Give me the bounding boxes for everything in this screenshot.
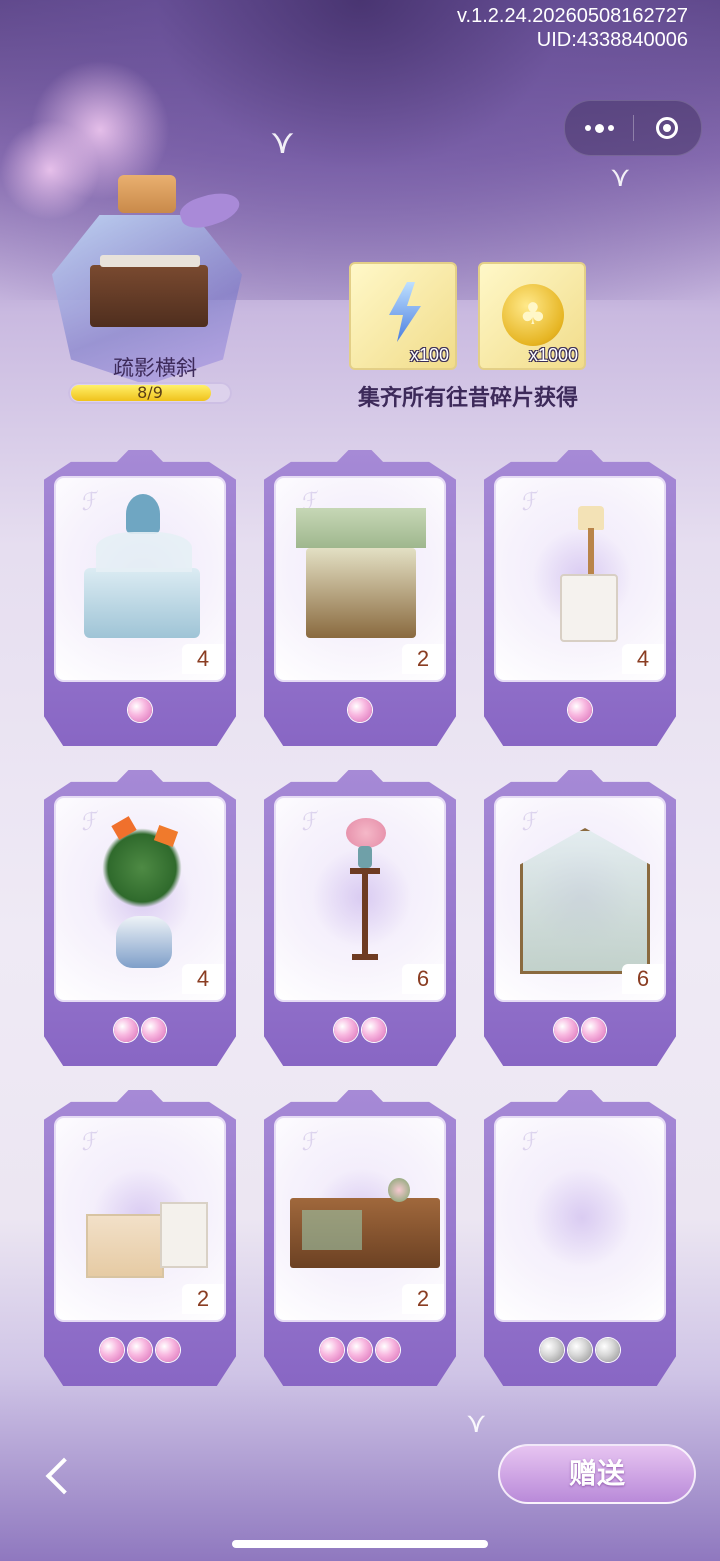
fragment-count: 2 — [402, 1284, 444, 1314]
fragment-card[interactable]: ℱ — [484, 1090, 676, 1386]
version-text: v.1.2.24.20260508162727 — [457, 5, 688, 27]
furniture-shape — [84, 568, 200, 638]
pearl-gem-icon — [568, 1338, 592, 1362]
pearl-gem-icon — [156, 1338, 180, 1362]
pearl-gem-icon — [128, 1338, 152, 1362]
fragment-card[interactable]: ℱ4 — [44, 770, 236, 1066]
fragment-count: 4 — [182, 964, 224, 994]
flower-script-watermark: ℱ — [517, 808, 541, 837]
furniture-shape — [126, 494, 160, 534]
rarity-gems — [44, 698, 236, 726]
reward-amount: x1000 — [528, 345, 578, 365]
furniture-shape — [296, 508, 426, 548]
fragment-card[interactable]: ℱ4 — [484, 450, 676, 746]
jar-cork — [118, 175, 176, 213]
pearl-gem-icon — [554, 1018, 578, 1042]
fragment-count: 6 — [402, 964, 444, 994]
flower-script-watermark: ℱ — [297, 1128, 321, 1157]
rarity-gems — [264, 1338, 456, 1366]
pearl-gem-icon — [348, 1338, 372, 1362]
pearl-gem-icon — [320, 1338, 344, 1362]
collection-progress-bar: 8/9 — [68, 382, 232, 404]
furniture-shape — [588, 528, 594, 574]
furniture-shape — [358, 846, 372, 868]
flower-script-watermark: ℱ — [77, 488, 101, 517]
chevron-left-icon — [45, 1457, 83, 1495]
fragment-card[interactable]: ℱ4 — [44, 450, 236, 746]
version-info: v.1.2.24.20260508162727 UID:4338840006 — [457, 4, 688, 52]
furniture-shape — [302, 1210, 362, 1250]
rarity-gems — [484, 1338, 676, 1366]
rarity-gems — [44, 1338, 236, 1366]
furniture-shape — [388, 1178, 410, 1202]
pearl-gem-icon — [568, 698, 592, 722]
furniture-shape — [346, 818, 386, 848]
furniture-shape — [578, 506, 604, 530]
butterfly-decoration-icon: ⋎ — [610, 160, 631, 193]
uid-text: UID:4338840006 — [536, 29, 688, 51]
furniture-shape — [560, 574, 618, 642]
flower-script-watermark: ℱ — [297, 808, 321, 837]
rarity-gems — [484, 698, 676, 726]
butterfly-decoration-icon: ⋎ — [466, 1406, 487, 1439]
furniture-shape — [86, 1214, 164, 1278]
rarity-gems — [264, 1018, 456, 1046]
pearl-gem-icon — [128, 698, 152, 722]
fragment-count: 4 — [182, 644, 224, 674]
furniture-shape — [160, 1202, 208, 1268]
fragment-card[interactable]: ℱ2 — [264, 450, 456, 746]
flower-script-watermark: ℱ — [517, 1128, 541, 1157]
butterfly-decoration-icon: ⋎ — [270, 122, 295, 162]
clover-coin-icon: ♣ — [502, 284, 564, 346]
miniprogram-capsule — [564, 100, 702, 156]
fragment-count: 4 — [622, 644, 664, 674]
pearl-gem-icon — [142, 1018, 166, 1042]
pearl-gem-icon — [596, 1338, 620, 1362]
pearl-gem-icon — [114, 1018, 138, 1042]
reward-energy[interactable]: x100 — [349, 262, 457, 370]
flower-script-watermark: ℱ — [77, 808, 101, 837]
rarity-gems — [44, 1018, 236, 1046]
fragment-count: 2 — [402, 644, 444, 674]
furniture-shape — [306, 548, 416, 638]
fragment-count: 6 — [622, 964, 664, 994]
energy-bolt-icon — [389, 282, 421, 342]
pearl-gem-icon — [376, 1338, 400, 1362]
furniture-shape — [116, 916, 172, 968]
reward-caption: 集齐所有往昔碎片获得 — [357, 385, 578, 411]
desk-icon — [90, 255, 208, 327]
collection-name: 疏影横斜 — [113, 356, 197, 380]
pearl-gem-icon — [348, 698, 372, 722]
back-button[interactable] — [34, 1448, 84, 1504]
rarity-gems — [484, 1018, 676, 1046]
fragment-card[interactable]: ℱ6 — [264, 770, 456, 1066]
fragment-card[interactable]: ℱ2 — [264, 1090, 456, 1386]
flower-watermark-icon — [532, 1168, 632, 1268]
furniture-shape — [352, 954, 378, 960]
pearl-gem-icon — [362, 1018, 386, 1042]
fragment-card[interactable]: ℱ2 — [44, 1090, 236, 1386]
send-button[interactable]: 赠送 — [498, 1444, 696, 1504]
collection-progress-text: 8/9 — [137, 383, 163, 402]
furniture-shape — [362, 874, 368, 958]
pearl-gem-icon — [540, 1338, 564, 1362]
furniture-shape — [96, 532, 192, 572]
rarity-gems — [264, 698, 456, 726]
flower-script-watermark: ℱ — [77, 1128, 101, 1157]
target-circle-icon[interactable] — [633, 101, 701, 155]
reward-coin[interactable]: ♣ x1000 — [478, 262, 586, 370]
more-dots-icon[interactable] — [565, 101, 633, 155]
pearl-gem-icon — [582, 1018, 606, 1042]
reward-amount: x100 — [409, 345, 449, 365]
card-image-panel: ℱ — [494, 1116, 666, 1322]
home-indicator — [232, 1540, 488, 1548]
pearl-gem-icon — [100, 1338, 124, 1362]
fragment-card[interactable]: ℱ6 — [484, 770, 676, 1066]
furniture-shape — [520, 828, 650, 974]
pearl-gem-icon — [334, 1018, 358, 1042]
fragment-count: 2 — [182, 1284, 224, 1314]
flower-script-watermark: ℱ — [517, 488, 541, 517]
